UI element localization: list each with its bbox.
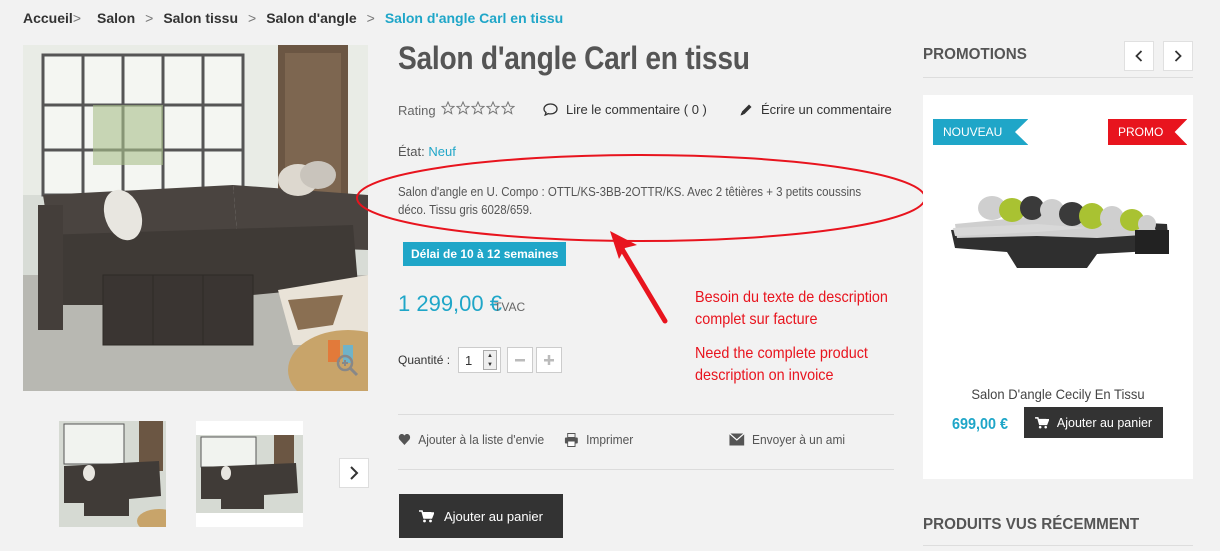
promotions-title: PROMOTIONS — [923, 46, 1027, 63]
annotation-line: complet sur facture — [695, 311, 818, 328]
price-tax-label: TVAC — [494, 300, 526, 314]
product-thumbnail[interactable] — [196, 421, 303, 527]
add-to-cart-label: Ajouter au panier — [443, 508, 543, 524]
breadcrumb-separator: > — [248, 10, 257, 26]
product-price: 1 299,00 € — [398, 291, 502, 316]
read-review-label: Lire le commentaire ( 0 ) — [566, 102, 707, 117]
star-empty-icon — [441, 101, 455, 115]
promo-product-price: 699,00 € — [952, 416, 1009, 433]
promo-add-to-cart-label: Ajouter au panier — [1056, 415, 1153, 430]
product-thumbnail[interactable] — [59, 421, 166, 527]
product-description: Salon d'angle en U. Compo : OTTL/KS-3BB-… — [398, 185, 862, 217]
wishlist-label: Ajouter à la liste d'envie — [418, 432, 545, 447]
chevron-right-icon — [350, 466, 359, 480]
envelope-icon — [729, 433, 745, 446]
star-empty-icon — [471, 101, 485, 115]
promotions-prev-button[interactable] — [1124, 41, 1154, 71]
send-friend-label: Envoyer à un ami — [752, 432, 846, 447]
star-empty-icon — [456, 101, 470, 115]
spinner-up-icon[interactable]: ▲ — [484, 351, 496, 360]
annotation-text-fr: Besoin du texte de description complet s… — [695, 287, 888, 331]
minus-icon — [515, 359, 525, 362]
promotions-next-button[interactable] — [1163, 41, 1193, 71]
new-badge: NOUVEAU — [933, 119, 1029, 145]
breadcrumb-separator: > — [72, 10, 81, 26]
breadcrumb: Accueil > Salon > Salon tissu > Salon d'… — [23, 8, 563, 28]
annotation-arrow — [610, 231, 668, 324]
product-main-image[interactable] — [23, 45, 368, 391]
divider — [398, 469, 894, 470]
print-link[interactable]: Imprimer — [564, 432, 633, 447]
plus-icon — [544, 355, 554, 365]
cart-icon — [1034, 416, 1049, 428]
quantity-label: Quantité : — [398, 353, 451, 367]
read-review-link[interactable]: Lire le commentaire ( 0 ) — [543, 102, 707, 117]
rating-label: Rating — [398, 103, 436, 118]
quantity-increase-button[interactable] — [536, 347, 562, 373]
breadcrumb-home[interactable]: Accueil — [23, 10, 73, 26]
rating-stars — [441, 101, 515, 115]
star-empty-icon — [486, 101, 500, 115]
quantity-spinner[interactable]: ▲ ▼ — [483, 350, 497, 370]
star-empty-icon — [501, 101, 515, 115]
print-label: Imprimer — [586, 432, 634, 447]
breadcrumb-current: Salon d'angle Carl en tissu — [384, 10, 564, 26]
product-title: Salon d'angle Carl en tissu — [398, 40, 750, 76]
breadcrumb-separator: > — [145, 10, 154, 26]
breadcrumb-salon-angle[interactable]: Salon d'angle — [266, 10, 356, 26]
annotation-line: Need the complete product — [695, 345, 868, 362]
quantity-decrease-button[interactable] — [507, 347, 533, 373]
add-to-wishlist-link[interactable]: Ajouter à la liste d'envie — [398, 432, 544, 447]
pencil-icon — [740, 104, 752, 115]
product-condition: État: Neuf — [398, 144, 456, 159]
promo-add-to-cart-button[interactable]: Ajouter au panier — [1024, 407, 1163, 438]
condition-label: État: — [398, 144, 425, 159]
divider — [923, 77, 1193, 78]
add-to-cart-button[interactable]: Ajouter au panier — [399, 494, 563, 538]
promo-product-image[interactable] — [947, 188, 1171, 272]
heart-icon — [398, 434, 411, 445]
comment-icon — [543, 103, 558, 116]
promo-product-name[interactable]: Salon D'angle Cecily En Tissu — [932, 386, 1183, 402]
breadcrumb-salon[interactable]: Salon — [97, 10, 135, 26]
cart-icon — [418, 509, 434, 522]
breadcrumb-separator: > — [366, 10, 375, 26]
chevron-left-icon — [1135, 50, 1143, 62]
annotation-line: Besoin du texte de description — [695, 289, 888, 306]
annotation-text-en: Need the complete product description on… — [695, 343, 868, 387]
write-review-label: Écrire un commentaire — [761, 102, 892, 117]
annotation-line: description on invoice — [695, 367, 834, 384]
breadcrumb-salon-tissu[interactable]: Salon tissu — [163, 10, 238, 26]
recently-viewed-title: PRODUITS VUS RÉCEMMENT — [923, 516, 1140, 533]
printer-icon — [564, 432, 578, 447]
send-to-friend-link[interactable]: Envoyer à un ami — [729, 432, 845, 447]
zoom-icon[interactable] — [334, 352, 360, 378]
chevron-right-icon — [1174, 50, 1182, 62]
delivery-delay-badge: Délai de 10 à 12 semaines — [403, 242, 567, 266]
write-review-link[interactable]: Écrire un commentaire — [739, 102, 892, 117]
divider — [398, 414, 894, 415]
thumbnail-next-button[interactable] — [339, 458, 369, 488]
condition-value: Neuf — [428, 144, 456, 159]
divider — [923, 545, 1193, 546]
spinner-down-icon[interactable]: ▼ — [484, 360, 496, 369]
